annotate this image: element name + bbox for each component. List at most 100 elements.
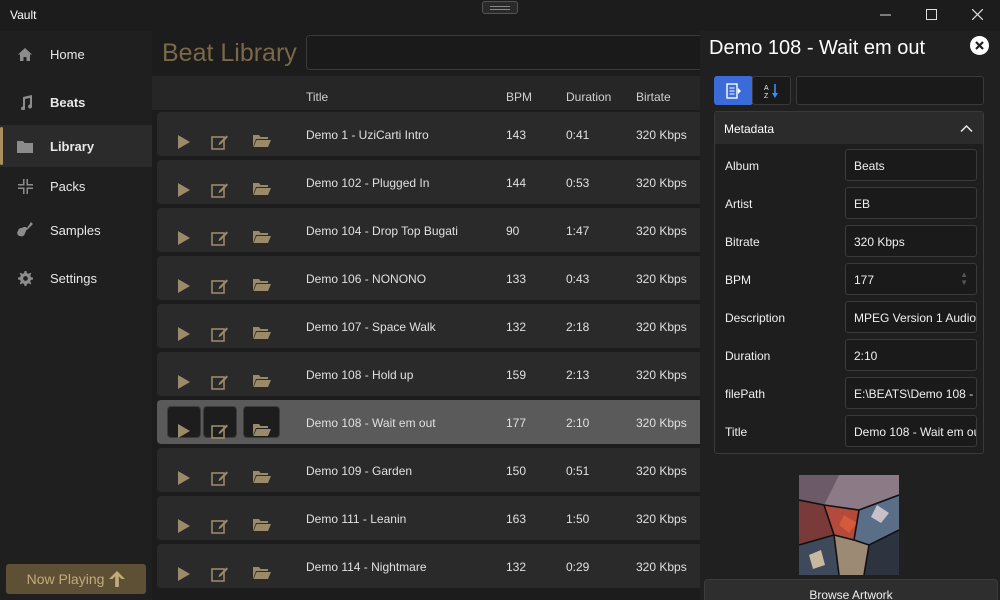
table-row[interactable]: Demo 106 - NONONO 133 0:43 320 Kbps <box>157 256 705 300</box>
categorized-view-toggle[interactable] <box>714 76 753 105</box>
edit-icon <box>211 566 229 585</box>
column-header-title[interactable]: Title <box>306 90 328 104</box>
edit-button[interactable] <box>203 502 237 534</box>
metadata-value-field[interactable]: Demo 108 - Wait em out <box>845 415 977 447</box>
svg-text:Z: Z <box>764 93 769 99</box>
table-row[interactable]: Demo 111 - Leanin 163 1:50 320 Kbps <box>157 496 705 540</box>
folder-open-icon <box>252 182 271 199</box>
column-header-bpm[interactable]: BPM <box>506 90 532 104</box>
property-search-input[interactable] <box>796 76 984 105</box>
edit-button[interactable] <box>203 214 237 246</box>
sidebar-item-settings[interactable]: Settings <box>0 257 152 299</box>
open-folder-button[interactable] <box>243 262 280 294</box>
edit-button[interactable] <box>203 550 237 582</box>
metadata-value-field[interactable]: MPEG Version 1 Audio <box>845 301 977 333</box>
alphabetical-view-toggle[interactable]: AZ <box>752 76 791 105</box>
folder-open-icon <box>252 566 271 583</box>
open-folder-button[interactable] <box>243 310 280 342</box>
folder-open-icon <box>252 518 271 535</box>
play-icon <box>177 374 191 393</box>
play-button[interactable] <box>167 262 201 294</box>
open-folder-button[interactable] <box>243 166 280 198</box>
open-folder-button[interactable] <box>243 502 280 534</box>
column-header-duration[interactable]: Duration <box>566 90 611 104</box>
minimize-button[interactable] <box>862 0 908 31</box>
cell-duration: 0:43 <box>566 272 590 286</box>
metadata-key: Bitrate <box>725 235 760 249</box>
play-button[interactable] <box>167 406 201 438</box>
play-icon <box>177 423 191 442</box>
home-icon <box>0 47 50 62</box>
table-row[interactable]: Demo 108 - Wait em out 177 2:10 320 Kbps <box>157 400 705 444</box>
metadata-value-field[interactable]: 320 Kbps <box>845 225 977 257</box>
sidebar-item-home[interactable]: Home <box>0 33 152 75</box>
metadata-row: Artist EB <box>715 187 983 219</box>
metadata-value: EB <box>854 197 871 211</box>
table-row[interactable]: Demo 109 - Garden 150 0:51 320 Kbps <box>157 448 705 492</box>
library-search-input[interactable] <box>306 35 706 70</box>
edit-icon <box>211 182 229 201</box>
open-folder-button[interactable] <box>243 550 280 582</box>
open-folder-button[interactable] <box>243 118 280 150</box>
play-button[interactable] <box>167 550 201 582</box>
edit-button[interactable] <box>203 310 237 342</box>
open-folder-button[interactable] <box>243 358 280 390</box>
table-row[interactable]: Demo 107 - Space Walk 132 2:18 320 Kbps <box>157 304 705 348</box>
column-header-bitrate[interactable]: Birtate <box>636 90 671 104</box>
play-button[interactable] <box>167 310 201 342</box>
open-folder-button[interactable] <box>243 214 280 246</box>
edit-button[interactable] <box>203 454 237 486</box>
play-icon <box>177 134 191 153</box>
browse-artwork-button[interactable]: Browse Artwork <box>704 579 998 600</box>
play-button[interactable] <box>167 214 201 246</box>
edit-icon <box>211 134 229 153</box>
open-folder-button[interactable] <box>243 406 280 438</box>
metadata-value-field[interactable]: 2:10 <box>845 339 977 371</box>
folder-open-icon <box>252 230 271 247</box>
metadata-section-header[interactable]: Metadata <box>715 112 983 144</box>
guitar-icon <box>0 222 50 238</box>
cell-title: Demo 111 - Leanin <box>306 512 407 526</box>
cell-bpm: 150 <box>506 464 527 478</box>
table-row[interactable]: Demo 102 - Plugged In 144 0:53 320 Kbps <box>157 160 705 204</box>
edit-button[interactable] <box>203 118 237 150</box>
now-playing-button[interactable]: Now Playing <box>6 564 146 594</box>
metadata-value-field[interactable]: 177 ▲ ▼ <box>845 263 977 295</box>
close-window-button[interactable] <box>954 0 1000 31</box>
table-row[interactable]: Demo 108 - Hold up 159 2:13 320 Kbps <box>157 352 705 396</box>
edit-button[interactable] <box>203 166 237 198</box>
sidebar-item-packs[interactable]: Packs <box>0 165 152 207</box>
play-button[interactable] <box>167 166 201 198</box>
minimize-icon <box>879 14 891 16</box>
metadata-value-field[interactable]: Beats <box>845 149 977 181</box>
metadata-row: filePath E:\BEATS\Demo 108 - Wait em out.… <box>715 377 983 409</box>
metadata-value: Beats <box>854 159 885 173</box>
open-folder-button[interactable] <box>243 454 280 486</box>
play-button[interactable] <box>167 358 201 390</box>
play-button[interactable] <box>167 502 201 534</box>
maximize-button[interactable] <box>908 0 954 31</box>
edit-button[interactable] <box>203 262 237 294</box>
sidebar-item-label: Samples <box>50 222 101 238</box>
table-row[interactable]: Demo 1 - UziCarti Intro 143 0:41 320 Kbps <box>157 112 705 156</box>
table-row[interactable]: Demo 104 - Drop Top Bugati 90 1:47 320 Kbps <box>157 208 705 252</box>
cell-duration: 0:51 <box>566 464 590 478</box>
sidebar-item-beats[interactable]: Beats <box>0 81 152 123</box>
play-icon <box>177 326 191 345</box>
sidebar-item-library[interactable]: Library <box>0 125 152 167</box>
table-row[interactable]: Demo 114 - Nightmare 132 0:29 320 Kbps <box>157 544 705 588</box>
metadata-value-field[interactable]: E:\BEATS\Demo 108 - Wait em out.mp3 <box>845 377 977 409</box>
spinner-arrows-icon[interactable]: ▲ ▼ <box>960 271 968 287</box>
metadata-value-field[interactable]: EB <box>845 187 977 219</box>
cell-duration: 1:50 <box>566 512 590 526</box>
play-button[interactable] <box>167 118 201 150</box>
sidebar-item-samples[interactable]: Samples <box>0 209 152 251</box>
close-panel-button[interactable] <box>970 36 989 55</box>
edit-icon <box>211 374 229 393</box>
details-panel: Demo 108 - Wait em out AZ Metadata Album… <box>700 31 1000 600</box>
edit-button[interactable] <box>203 406 237 439</box>
edit-button[interactable] <box>203 358 237 390</box>
play-button[interactable] <box>167 454 201 486</box>
close-icon <box>975 41 984 50</box>
drag-grip-icon[interactable] <box>482 1 518 14</box>
